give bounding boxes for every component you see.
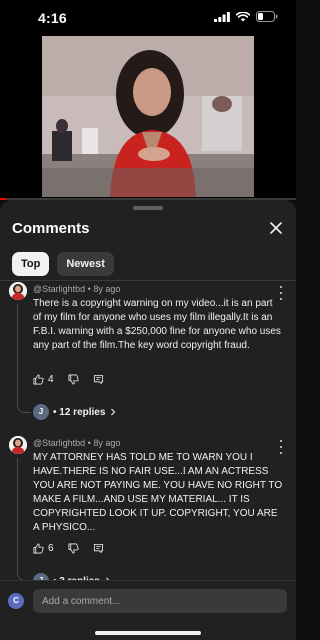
avatar-image (9, 436, 27, 454)
comment-text: There is a copyright warning on my video… (33, 298, 281, 351)
dislike-button[interactable] (68, 543, 79, 554)
reply-icon (93, 543, 103, 554)
status-time: 4:16 (38, 10, 67, 26)
tab-newest[interactable]: Newest (57, 252, 114, 276)
replies-count: • 12 replies (53, 406, 106, 418)
battery-icon (256, 11, 278, 22)
dislike-button[interactable] (68, 374, 79, 385)
like-button[interactable]: 6 (33, 543, 54, 554)
close-icon[interactable] (268, 220, 284, 236)
avatar[interactable] (9, 436, 27, 454)
comment-actions: 4 (33, 374, 118, 385)
status-bar: 4:16 (0, 0, 296, 34)
thumbs-down-icon (68, 543, 79, 554)
comment-actions: 6 (33, 543, 118, 554)
avatar-image (9, 282, 27, 300)
thumbs-up-icon (33, 374, 44, 385)
video-scene (42, 36, 254, 197)
divider (0, 280, 296, 281)
reply-button[interactable] (93, 543, 104, 554)
comment-input-bar: C (0, 580, 296, 640)
comment-input[interactable] (33, 589, 287, 613)
video-player[interactable] (0, 34, 296, 200)
user-avatar[interactable]: C (8, 593, 24, 609)
video-progress-fill (0, 198, 6, 200)
avatar[interactable] (9, 282, 27, 300)
home-indicator (95, 631, 201, 635)
reply-icon (93, 374, 103, 385)
thread-connector (17, 403, 31, 413)
comment-meta[interactable]: @Starlightbd • 8y ago (33, 284, 120, 294)
reply-button[interactable] (93, 374, 104, 385)
replies-toggle[interactable]: J • 12 replies (33, 404, 117, 420)
comment-text: MY ATTORNEY HAS TOLD ME TO WARN YOU I HA… (33, 452, 283, 533)
wifi-icon (236, 11, 250, 21)
tab-top[interactable]: Top (12, 252, 50, 276)
like-count: 6 (48, 543, 54, 554)
comment-item: @Starlightbd • 8y ago There is a copyrig… (0, 282, 296, 432)
panel-title: Comments (12, 220, 90, 237)
like-count: 4 (48, 374, 54, 385)
status-icons (214, 11, 278, 22)
drag-handle[interactable] (133, 206, 163, 210)
thread-line (17, 304, 18, 404)
comment-item: @Starlightbd • 8y ago MY ATTORNEY HAS TO… (0, 436, 296, 589)
sort-tabs: Top Newest (12, 252, 114, 276)
chevron-right-icon (111, 408, 116, 416)
signal-icon (214, 11, 230, 22)
video-thumbnail (42, 36, 254, 197)
comments-panel: Comments Top Newest @Starlightbd • 8y ag… (0, 200, 296, 640)
comment-meta[interactable]: @Starlightbd • 8y ago (33, 438, 120, 448)
thumbs-down-icon (68, 374, 79, 385)
thumbs-up-icon (33, 543, 44, 554)
reply-avatar: J (33, 404, 49, 420)
like-button[interactable]: 4 (33, 374, 54, 385)
thread-line (17, 458, 18, 572)
